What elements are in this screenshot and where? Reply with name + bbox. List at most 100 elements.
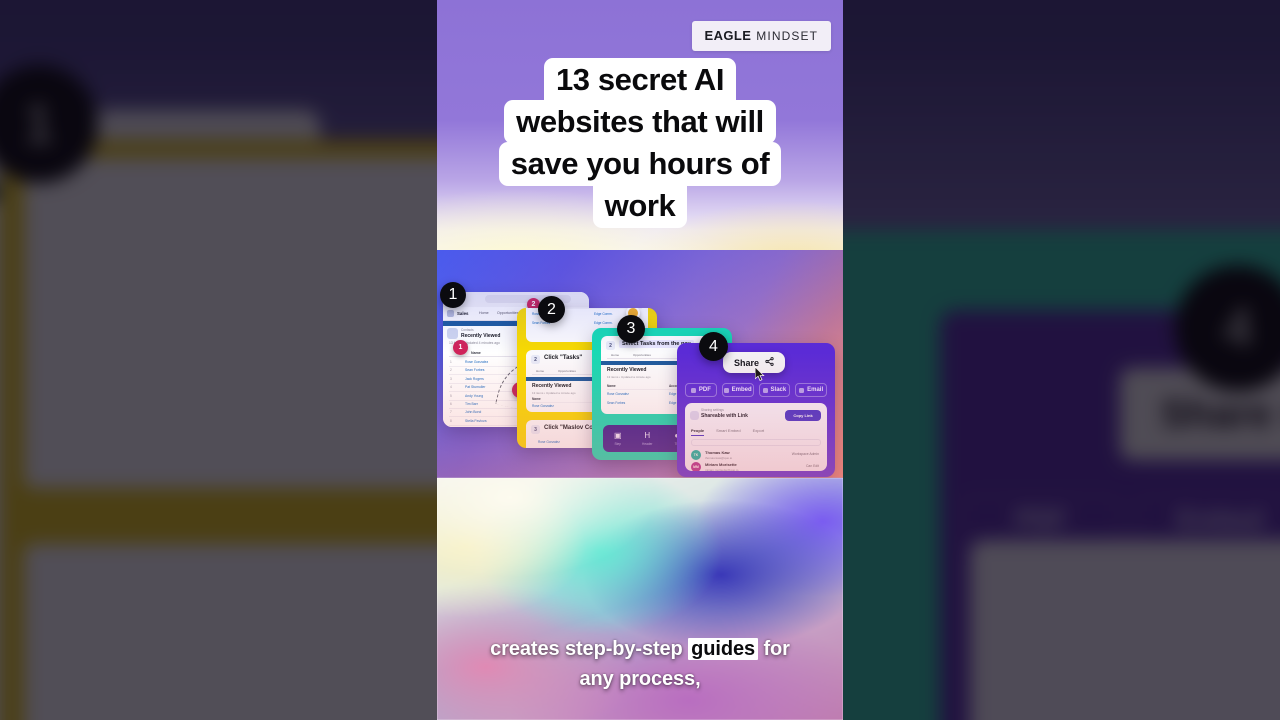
- highlight-coin: [626, 371, 640, 385]
- toolbar-item-step[interactable]: ▣ Step: [603, 425, 633, 452]
- alert-icon: ◆: [703, 430, 710, 440]
- chip-label: Email: [807, 387, 824, 393]
- column-name: Name: [532, 397, 541, 401]
- step-card-4[interactable]: Share PDF Embed Slack Email Sharing sett…: [677, 343, 835, 477]
- tab-export[interactable]: Export: [753, 428, 765, 436]
- export-chip-embed[interactable]: Embed: [721, 383, 754, 397]
- chip-label: Slack: [770, 387, 787, 393]
- table-row[interactable]: 2 Sean Forbes Edge Comm.: [449, 366, 583, 376]
- row-account: Burlington: [528, 376, 544, 381]
- step-badge-1[interactable]: 1: [440, 282, 466, 308]
- toolbar-label: Alert: [702, 441, 710, 446]
- row-index: 3: [450, 376, 452, 381]
- share-settings-panel: Sharing settings Shareable with Link Cop…: [685, 403, 827, 471]
- toolbar-label: Tip: [674, 441, 679, 446]
- table-row[interactable]: 7 John Bond Grand Hotels: [449, 408, 583, 418]
- header-icon: H: [644, 430, 651, 440]
- row-index: 5: [450, 393, 452, 398]
- caption-highlight-word: guides: [688, 638, 758, 660]
- toolbar-item-header[interactable]: H Header: [633, 425, 663, 452]
- sharing-settings-label: Sharing settings: [701, 408, 724, 412]
- table-row[interactable]: 3 Jack Rogers Burlington: [449, 375, 583, 384]
- app-name: Sales: [457, 311, 469, 316]
- member-role: Can Edit: [805, 464, 819, 468]
- copy-link-label: Copy Link: [793, 413, 813, 418]
- nav-item-home[interactable]: Home: [479, 311, 489, 315]
- editor-toolbar[interactable]: ▣ Step H Header ● Tip ◆ Alert: [603, 425, 721, 452]
- step-badge-3[interactable]: 3: [617, 315, 645, 343]
- link-icon: [690, 411, 699, 420]
- list-view-name[interactable]: Recently Viewed: [461, 333, 500, 339]
- row-account: Edge Comm.: [594, 404, 613, 408]
- step-pin-1[interactable]: 1: [453, 340, 468, 355]
- app-nav: Sales Home Opportunities Leads: [443, 307, 589, 321]
- title-line-4: work: [592, 184, 688, 228]
- table-row[interactable]: 1 Rose Gonzalez Edge Comm.: [449, 358, 583, 367]
- member-name: Thomas Kaw: [705, 450, 730, 455]
- share-tabs: People Smart Embed Export: [691, 428, 764, 436]
- step-panel-bottom: 3 Click "Maslov Company" Rose Gonzalez S…: [526, 420, 648, 448]
- member-name: Miriam Morisette: [705, 462, 737, 467]
- export-chip-row: PDF Embed Slack Email: [685, 383, 827, 397]
- toolbar-label: Step: [614, 441, 622, 446]
- copy-link-button[interactable]: Copy Link: [785, 410, 821, 421]
- member-row[interactable]: TK Thomas Kaw thomas.kaw@quo.io Workspac…: [691, 449, 821, 461]
- row-account: Edge Comm.: [669, 401, 688, 405]
- nav-item-opportunities[interactable]: Opportunities: [497, 311, 518, 315]
- table-row[interactable]: 5 Andy Young Dickenson: [449, 392, 583, 401]
- table-row[interactable]: 4 Pat Stumuller Pyramid: [449, 383, 583, 393]
- step-badge-4[interactable]: 4: [699, 332, 728, 361]
- row-account: United Oil: [528, 418, 543, 423]
- list-meta: 13 items • Updated a minute ago: [532, 391, 576, 395]
- column-name: Name: [607, 384, 616, 388]
- tab-people[interactable]: People: [691, 428, 705, 436]
- row-name: Sean Forbes: [465, 368, 485, 373]
- step-panel-mid: 2 Click "Tasks" Home Opportunities Leads…: [526, 350, 648, 412]
- toolbar-item-alert[interactable]: ◆ Alert: [692, 425, 722, 452]
- column-account: Account Name: [669, 384, 692, 388]
- step-pin-3[interactable]: 3: [512, 382, 528, 398]
- list-meta: 13 items • Updated 4 minutes ago: [449, 341, 500, 345]
- row-account: Dickenson: [528, 393, 544, 398]
- member-row[interactable]: MM Miriam Morisette miriam.morisette@quo…: [691, 461, 821, 471]
- slack-icon: [762, 387, 768, 393]
- step-number: 2: [531, 355, 540, 364]
- chip-label: Embed: [731, 387, 752, 393]
- highlight-coin: [618, 446, 632, 448]
- brand-logo-secondary: MINDSET: [756, 29, 818, 43]
- row-name: Pat Stumuller: [465, 385, 486, 390]
- share-button-label: Share: [733, 357, 759, 368]
- list-view-name: Recently Viewed: [607, 367, 647, 373]
- toolbar-item-tip[interactable]: ● Tip: [662, 425, 692, 452]
- export-chip-email[interactable]: Email: [795, 383, 827, 397]
- tip-icon: ●: [674, 430, 680, 440]
- export-chip-slack[interactable]: Slack: [758, 383, 791, 397]
- step-badge-2[interactable]: 2: [538, 296, 565, 323]
- list-view-name: Recently Viewed: [532, 383, 572, 389]
- row-index: 2: [450, 368, 452, 373]
- member-search-input[interactable]: [691, 439, 821, 446]
- row-index: 6: [450, 402, 452, 406]
- row-account: Edge Comm.: [528, 368, 548, 373]
- app-launcher-icon[interactable]: [447, 310, 454, 317]
- step-title: Click "Tasks": [544, 355, 583, 361]
- row-account: Edge Comm.: [594, 312, 613, 316]
- row-account: Edge Comm.: [528, 360, 548, 364]
- tab-smart-embed[interactable]: Smart Embed: [716, 428, 740, 436]
- link-mode-dropdown[interactable]: Shareable with Link: [701, 413, 748, 419]
- step-title: Click "Maslov Company": [544, 425, 616, 431]
- row-index: 1: [450, 360, 452, 364]
- caption-subtitle: creates step-by-step guides for any proc…: [437, 634, 843, 694]
- share-button[interactable]: Share: [723, 352, 785, 373]
- row-name: Andy Young: [465, 393, 484, 398]
- table-row[interactable]: 9Lauren BoyleUnited Oil: [449, 425, 583, 427]
- step-card-1[interactable]: Sales Home Opportunities Leads Contacts …: [443, 292, 589, 427]
- title-line-2: websites that will: [504, 100, 776, 144]
- table-row[interactable]: 8 Stella Pavlova United Oil: [449, 417, 583, 426]
- row-name: Jack Rogers: [465, 376, 484, 381]
- chip-label: PDF: [698, 387, 711, 393]
- table-row[interactable]: 6 Tim Barr Grand Hotels: [449, 400, 583, 409]
- share-nodes-icon: [765, 357, 774, 368]
- export-chip-pdf[interactable]: PDF: [685, 383, 717, 397]
- add-step-button[interactable]: +: [702, 404, 718, 420]
